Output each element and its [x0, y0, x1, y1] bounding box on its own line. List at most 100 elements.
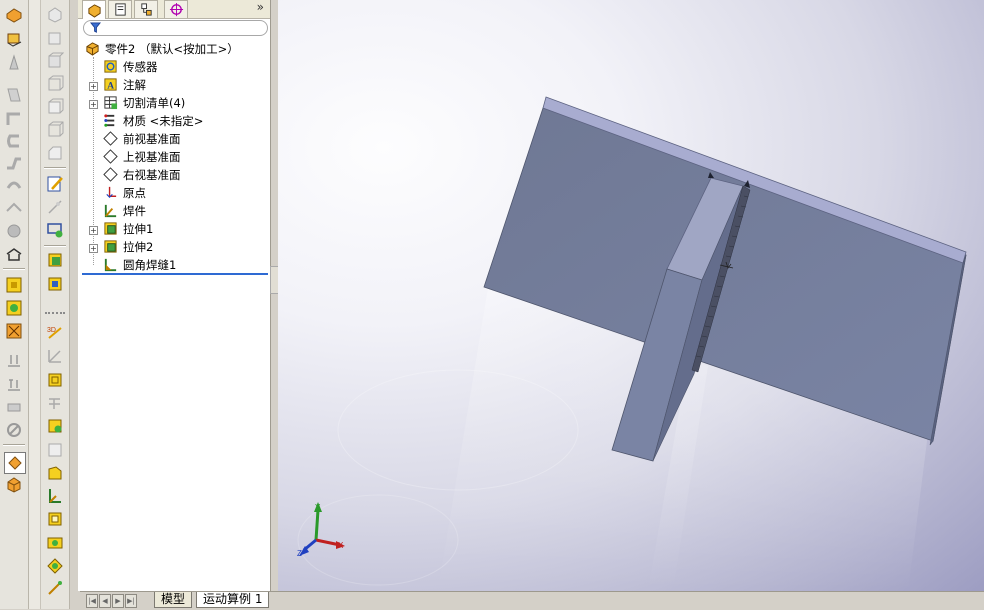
- sketched-bend-icon: [4, 175, 24, 195]
- svg-text:A: A: [107, 81, 114, 91]
- tree-item-weldment[interactable]: 焊件: [102, 202, 146, 219]
- svg-text:Z: Z: [297, 549, 302, 558]
- cube-alt-icon: [45, 28, 65, 48]
- feature-toolbar: 3D: [40, 0, 70, 609]
- cross-break-icon: [4, 198, 24, 218]
- plane-icon: [102, 131, 118, 147]
- first-tab-button[interactable]: |◀: [86, 594, 98, 608]
- annotation-icon: A: [102, 77, 118, 93]
- tree-item-fillet-bead[interactable]: 圆角焊缝1: [102, 256, 176, 273]
- graphics-area[interactable]: Y X Z: [278, 0, 984, 591]
- cut-list-icon[interactable]: [45, 509, 65, 529]
- fillet-bead-icon[interactable]: [45, 463, 65, 483]
- tab-model[interactable]: 模型: [154, 592, 193, 608]
- tree-item-cut-list[interactable]: 切割清单(4): [102, 94, 185, 111]
- extrude-feature-icon: [102, 221, 118, 237]
- gusset-icon: [45, 440, 65, 460]
- view-triad: Y X Z: [297, 502, 345, 558]
- tab-feature-manager[interactable]: [82, 0, 106, 19]
- tree-item-annotations[interactable]: A 注解: [102, 76, 146, 93]
- convert-icon[interactable]: [4, 452, 26, 474]
- sheet-metal-icon[interactable]: [4, 5, 24, 25]
- sensor-icon: [102, 59, 118, 75]
- svg-text:X: X: [338, 541, 344, 550]
- revolve-icon: [4, 53, 24, 73]
- feature-manager-panel: » 零件2 （默认<按加工>） 传感器 + A 注解 + 切割清单(4) 材质 …: [78, 0, 271, 591]
- green-feature-icon[interactable]: [4, 298, 24, 318]
- expand-extrude2[interactable]: +: [89, 244, 98, 253]
- no-icon: [4, 420, 24, 440]
- structural-member-icon: [45, 346, 65, 366]
- cut-list-folder-icon: [102, 95, 118, 111]
- tab-configuration-manager[interactable]: [134, 0, 158, 18]
- expand-annotations[interactable]: +: [89, 82, 98, 91]
- weld-bead-icon[interactable]: [45, 486, 65, 506]
- more-tabs-button[interactable]: »: [257, 0, 264, 14]
- camera-icon[interactable]: [45, 532, 65, 552]
- box-wire-icon: [45, 120, 65, 140]
- dimxpert-icon: [169, 2, 183, 17]
- feature-manager-icon: [87, 3, 101, 18]
- tree-item-material[interactable]: 材质 <未指定>: [102, 112, 203, 129]
- hem-icon: [4, 131, 24, 151]
- unfold-icon[interactable]: [4, 244, 24, 264]
- tree-item-front-plane[interactable]: 前视基准面: [102, 130, 181, 147]
- flange-icon: [4, 109, 24, 129]
- material-icon: [102, 113, 118, 129]
- feature-yellow-icon[interactable]: [4, 275, 24, 295]
- trim-extend-icon: [45, 393, 65, 413]
- tree-item-extrude1[interactable]: 拉伸1: [102, 220, 153, 237]
- tree-item-sensors[interactable]: 传感器: [102, 58, 158, 75]
- last-tab-button[interactable]: ▶|: [125, 594, 137, 608]
- plane-down-icon: [4, 350, 24, 370]
- tree-item-right-plane[interactable]: 右视基准面: [102, 166, 181, 183]
- origin-icon: [102, 185, 118, 201]
- tree-item-extrude2[interactable]: 拉伸2: [102, 238, 153, 255]
- weldment-icon: [102, 203, 118, 219]
- bottom-tab-bar: |◀ ◀ ▶ ▶| 模型 运动算例 1: [80, 591, 984, 610]
- sketch-pencil-icon[interactable]: [45, 174, 65, 194]
- 3d-sketch-icon[interactable]: 3D: [45, 322, 65, 342]
- rollback-bar[interactable]: [82, 273, 268, 275]
- tab-property-manager[interactable]: [108, 0, 132, 18]
- extrude-icon[interactable]: [4, 29, 24, 49]
- configuration-manager-icon: [140, 3, 152, 16]
- tab-dimxpert-manager[interactable]: [164, 0, 188, 18]
- line-icon: [45, 197, 65, 217]
- fillet-bead-icon: [102, 257, 118, 273]
- plane-icon: [102, 149, 118, 165]
- jog-icon: [4, 153, 24, 173]
- tab-motion-study[interactable]: 运动算例 1: [196, 592, 270, 608]
- tree-item-top-plane[interactable]: 上视基准面: [102, 148, 181, 165]
- prev-tab-button[interactable]: ◀: [99, 594, 111, 608]
- left-toolbar: [0, 0, 29, 609]
- box-gray-icon: [4, 397, 24, 417]
- weldment-icon[interactable]: [45, 370, 65, 390]
- corner-icon: [4, 221, 24, 241]
- extrude-cut-icon[interactable]: [45, 274, 65, 294]
- expand-extrude1[interactable]: +: [89, 226, 98, 235]
- box-outline-icon: [45, 74, 65, 94]
- extrude-boss-icon[interactable]: [45, 250, 65, 270]
- tree-root-part[interactable]: 零件2 （默认<按加工>）: [84, 40, 239, 57]
- pattern-icon[interactable]: [4, 321, 24, 341]
- manager-tabs: »: [78, 0, 270, 19]
- filter-icon: [90, 22, 101, 33]
- green-tag-icon[interactable]: [45, 556, 65, 576]
- tree-filter-input[interactable]: [83, 20, 268, 36]
- sketch-edit-icon[interactable]: [45, 220, 65, 240]
- solid-icon[interactable]: [4, 475, 24, 495]
- reference-geometry-icon[interactable]: [45, 578, 65, 598]
- box-shell-icon: [45, 97, 65, 117]
- property-manager-icon: [114, 3, 126, 16]
- next-tab-button[interactable]: ▶: [112, 594, 124, 608]
- plane-icon: [102, 167, 118, 183]
- end-cap-icon[interactable]: [45, 416, 65, 436]
- plane-up-icon: [4, 374, 24, 394]
- svg-text:Y: Y: [315, 503, 321, 512]
- model-view: Y X Z: [297, 96, 967, 591]
- extrude-feature-icon: [102, 239, 118, 255]
- expand-cut-list[interactable]: +: [89, 100, 98, 109]
- tree-item-origin[interactable]: 原点: [102, 184, 146, 201]
- cube-cut-icon: [45, 51, 65, 71]
